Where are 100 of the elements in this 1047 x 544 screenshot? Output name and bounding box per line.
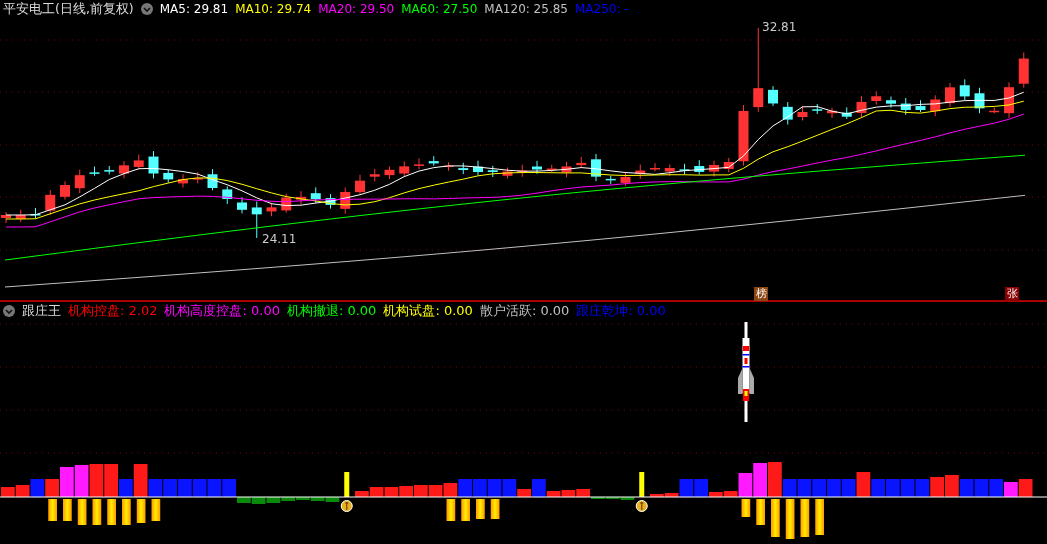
candlestick <box>119 160 129 179</box>
indicator-value: 机构试盘: 0.00 <box>383 302 473 320</box>
candlestick <box>384 165 395 180</box>
histogram-bar <box>63 499 72 521</box>
histogram-bar <box>344 472 350 497</box>
histogram-bar <box>443 483 458 497</box>
candlestick <box>148 150 159 179</box>
candlestick <box>694 159 705 176</box>
histogram-bar <box>48 499 57 521</box>
histogram-bar <box>856 472 871 497</box>
candlestick <box>414 157 424 170</box>
indicator-value: MA5: 29.81 <box>159 2 229 16</box>
histogram-bar <box>490 499 500 519</box>
dropdown-icon[interactable] <box>3 305 15 317</box>
indicator-value: MA10: 29.74 <box>235 2 312 16</box>
histogram-bar <box>487 479 502 497</box>
histogram-bar <box>959 479 974 497</box>
candlestick <box>45 189 56 216</box>
candlestick <box>266 202 277 217</box>
indicator-value: 散户活跃: 0.00 <box>479 302 570 320</box>
high-price-label: 32.81 <box>762 20 797 34</box>
histogram-bar <box>871 479 885 497</box>
indicator-value: 机构撤退: 0.00 <box>286 302 377 320</box>
candlestick <box>768 85 778 107</box>
histogram-bar <box>771 499 780 537</box>
dropdown-icon[interactable] <box>140 3 153 15</box>
histogram-bar <box>812 479 826 497</box>
candlestick <box>561 161 572 178</box>
candlestick <box>930 94 941 117</box>
candlestick <box>428 155 439 167</box>
candlestick <box>709 160 719 178</box>
candlestick <box>458 162 469 175</box>
candlestick <box>782 101 793 126</box>
histogram-bar <box>92 499 102 525</box>
candlestick <box>974 87 985 114</box>
candlestick <box>207 168 218 191</box>
chart-title: 平安电工(日线,前复权) <box>3 0 134 18</box>
candlestick <box>664 164 675 177</box>
money-bag-icon <box>340 500 353 512</box>
histogram-bar <box>1018 479 1033 497</box>
histogram-bar <box>399 486 413 497</box>
histogram-bar <box>841 479 856 497</box>
histogram-bar <box>945 475 959 497</box>
candlestick <box>487 165 498 178</box>
histogram-bar <box>192 479 207 497</box>
histogram-bar <box>753 463 767 497</box>
candlestick <box>679 163 690 175</box>
histogram-bar <box>815 499 824 535</box>
histogram-bar <box>178 479 192 497</box>
chart-title: 跟庄王 <box>22 302 61 320</box>
candlestick <box>650 162 660 172</box>
histogram-bar <box>151 499 161 521</box>
candlestick <box>340 187 351 215</box>
low-price-label: 24.11 <box>262 232 297 246</box>
histogram-bar <box>89 464 104 497</box>
candlestick <box>163 168 174 184</box>
histogram-bar <box>930 477 944 497</box>
candlestick <box>532 160 542 175</box>
candlestick <box>945 82 955 108</box>
indicator-value: MA120: 25.85 <box>484 2 568 16</box>
indicator-value: 机构高度控盘: 0.00 <box>164 302 280 320</box>
candlestick <box>812 103 823 115</box>
histogram-bar <box>989 479 1003 497</box>
candlestick <box>871 91 882 106</box>
candlestick <box>281 193 292 213</box>
histogram-bar <box>639 472 645 497</box>
candlestick <box>104 165 115 175</box>
histogram-bar <box>384 487 399 497</box>
candlestick <box>827 107 837 119</box>
indicator-value: 跟庄乾坤: 0.00 <box>576 302 666 320</box>
candlestick <box>89 166 100 177</box>
histogram-bar <box>797 479 812 497</box>
candlestick <box>74 169 85 194</box>
histogram-bar <box>785 499 795 539</box>
candlestick <box>60 180 70 201</box>
candlestick <box>959 78 970 101</box>
candlestick <box>133 154 144 170</box>
histogram-bar <box>136 499 146 523</box>
candlestick <box>738 104 749 166</box>
candlestick <box>355 174 365 195</box>
histogram-bar <box>207 479 222 497</box>
histogram-bar <box>886 479 900 497</box>
candlestick <box>473 160 483 176</box>
candlestick <box>886 96 896 109</box>
candlestick <box>723 157 734 173</box>
candlestick <box>296 190 306 205</box>
histogram-bar <box>1 487 15 497</box>
candlestick <box>369 168 380 182</box>
histogram-bar <box>122 499 131 525</box>
histogram-bar <box>163 479 177 497</box>
histogram-bar <box>107 499 116 525</box>
candlestick <box>989 106 1000 114</box>
candlestick <box>1018 52 1029 89</box>
candlestick <box>251 201 262 239</box>
money-bag-icon <box>635 500 648 512</box>
histogram-bar <box>915 479 930 497</box>
candlestick <box>620 171 631 187</box>
histogram-bar <box>458 479 472 497</box>
candlestick <box>192 171 203 184</box>
candlestick <box>915 99 926 113</box>
